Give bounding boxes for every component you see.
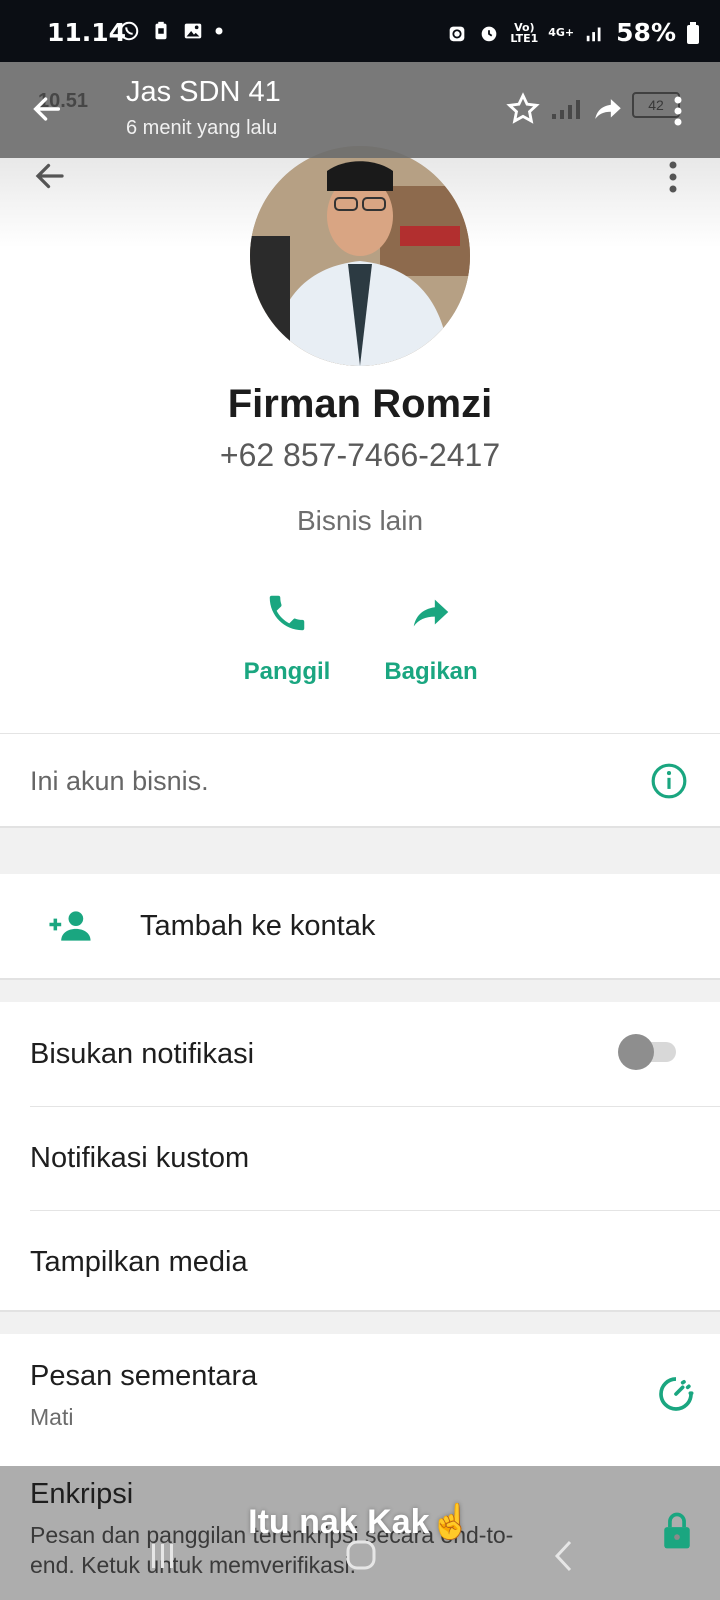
show-media-row[interactable]: Tampilkan media: [0, 1212, 720, 1310]
forward-icon[interactable]: [588, 92, 628, 126]
divider: [30, 1210, 720, 1211]
disappearing-messages-value: Mati: [30, 1404, 74, 1430]
profile-photo: [250, 146, 470, 366]
info-icon[interactable]: [650, 762, 688, 800]
share-label: Bagikan: [384, 658, 478, 685]
call-label: Panggil: [243, 658, 331, 685]
mute-notifications-row[interactable]: Bisukan notifikasi: [0, 1002, 720, 1106]
add-contact-label: Tambah ke kontak: [140, 910, 376, 942]
star-icon[interactable]: [506, 92, 540, 126]
disappearing-messages-label: Pesan sementara: [30, 1360, 258, 1392]
section-separator: [0, 826, 720, 876]
contact-phone: +62 857-7466-2417: [219, 437, 501, 473]
back-arrow-icon[interactable]: [32, 158, 68, 194]
dot-icon: [215, 27, 223, 35]
timer-icon: [659, 1377, 694, 1411]
sim-icon: [155, 21, 167, 40]
viewer-subtitle: 6 menit yang lalu: [126, 117, 278, 139]
recycle-icon: [450, 26, 465, 41]
status-bar: 11.14 Vo) LTE1 4G+ 58%: [0, 0, 720, 62]
mute-notifications-label: Bisukan notifikasi: [30, 1038, 255, 1070]
whatsapp-icon: [119, 21, 139, 41]
share-icon: [413, 599, 449, 627]
share-button[interactable]: Bagikan: [371, 590, 491, 686]
viewer-back-icon[interactable]: [30, 92, 64, 126]
volte-icon: Vo) LTE1: [510, 20, 539, 45]
ghost-signal-icon: [552, 100, 580, 119]
network-type: 4G+: [548, 26, 575, 39]
add-contact-row[interactable]: Tambah ke kontak: [0, 874, 720, 978]
call-button[interactable]: Panggil: [227, 590, 347, 686]
status-notification-icons: [118, 20, 224, 42]
toggle-knob: [618, 1034, 654, 1070]
show-media-label: Tampilkan media: [30, 1246, 248, 1278]
custom-notifications-label: Notifikasi kustom: [30, 1142, 250, 1174]
nav-back-icon[interactable]: [554, 1540, 574, 1572]
section-separator-2: [0, 978, 720, 1004]
disappearing-messages-row[interactable]: Pesan sementara Mati: [0, 1334, 720, 1452]
viewer-title: Jas SDN 41: [126, 76, 281, 108]
story-caption: Itu nak Kak☝️: [248, 1503, 472, 1541]
contact-name: Firman Romzi: [227, 382, 493, 426]
recent-apps-icon[interactable]: [148, 1542, 178, 1570]
phone-icon: [269, 595, 305, 631]
signal-icon: [586, 27, 601, 41]
viewer-more-icon[interactable]: [672, 94, 684, 128]
battery-percent: 58%: [616, 18, 676, 47]
alarm-icon: [482, 26, 497, 41]
story-viewer-header: 10.51 Jas SDN 41 6 menit yang lalu 42: [0, 62, 720, 158]
divider: [30, 1106, 720, 1107]
business-account-text[interactable]: Ini akun bisnis.: [30, 766, 209, 797]
divider: [0, 733, 720, 734]
more-vert-icon[interactable]: [668, 160, 678, 194]
section-separator-3: [0, 1310, 720, 1336]
status-system-icons: Vo) LTE1 4G+ 58%: [446, 18, 700, 47]
profile-avatar[interactable]: [250, 146, 470, 366]
mute-toggle[interactable]: [618, 1034, 678, 1070]
person-add-icon: [49, 911, 91, 941]
status-time: 11.14: [47, 18, 127, 47]
battery-icon: [687, 21, 699, 44]
business-category: Bisnis lain: [296, 505, 424, 536]
image-icon: [184, 23, 202, 39]
custom-notifications-row[interactable]: Notifikasi kustom: [0, 1108, 720, 1210]
home-icon[interactable]: [346, 1540, 376, 1570]
